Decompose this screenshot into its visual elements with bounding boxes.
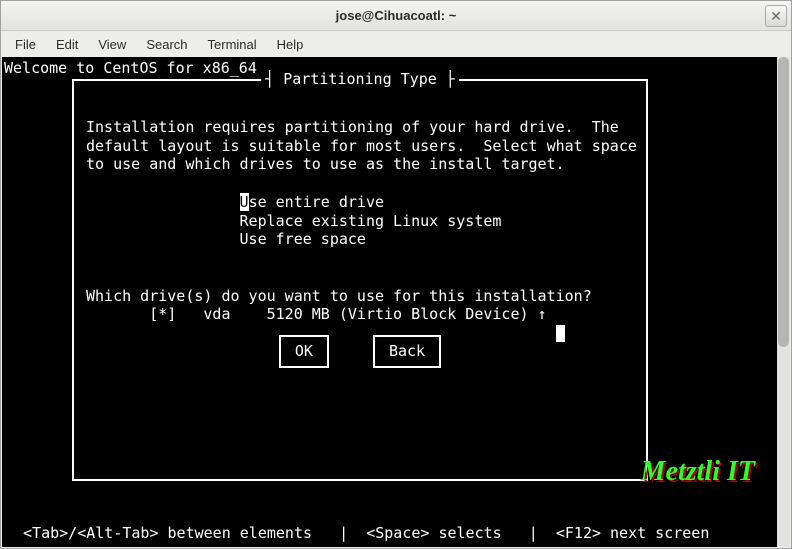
close-icon: ✕	[770, 8, 782, 25]
terminal-viewport: Welcome to CentOS for x86_64 ┤ Partition…	[2, 57, 777, 547]
menubar: File Edit View Search Terminal Help	[1, 31, 791, 57]
scroll-thumb[interactable]	[778, 57, 789, 347]
dialog-frame: ┤ Partitioning Type ├ Installation requi…	[72, 79, 648, 481]
menu-terminal[interactable]: Terminal	[200, 34, 265, 55]
option-use-free-space[interactable]: Use free space	[86, 230, 634, 249]
drive-checkbox-vda[interactable]: [*] vda 5120 MB (Virtio Block Device) ↑	[86, 305, 634, 324]
menu-view[interactable]: View	[90, 34, 134, 55]
window-title: jose@Cihuacoatl: ~	[336, 8, 457, 23]
app-window: jose@Cihuacoatl: ~ ✕ File Edit View Sear…	[0, 0, 792, 549]
footer-hints: <Tab>/<Alt-Tab> between elements | <Spac…	[14, 524, 765, 543]
dialog-buttons: OK Back	[74, 335, 646, 368]
welcome-line: Welcome to CentOS for x86_64	[4, 59, 257, 78]
menu-search[interactable]: Search	[138, 34, 195, 55]
body-line-1: Installation requires partitioning of yo…	[86, 118, 619, 136]
body-line-3: to use and which drives to use as the in…	[86, 155, 565, 173]
menu-help[interactable]: Help	[269, 34, 312, 55]
scrollbar[interactable]	[777, 57, 790, 547]
ok-button[interactable]: OK	[279, 335, 329, 368]
close-button[interactable]: ✕	[765, 5, 787, 27]
titlebar: jose@Cihuacoatl: ~ ✕	[1, 1, 791, 31]
brand-watermark: Metztli IT	[641, 454, 755, 489]
back-button[interactable]: Back	[373, 335, 441, 368]
menu-file[interactable]: File	[7, 34, 44, 55]
dialog-title: Partitioning Type	[283, 70, 437, 88]
option-replace-existing[interactable]: Replace existing Linux system	[86, 212, 634, 231]
drive-prompt: Which drive(s) do you want to use for th…	[86, 287, 592, 305]
option-use-entire-drive[interactable]: Use entire drive	[86, 193, 634, 212]
menu-edit[interactable]: Edit	[48, 34, 86, 55]
body-line-2: default layout is suitable for most user…	[86, 137, 637, 155]
